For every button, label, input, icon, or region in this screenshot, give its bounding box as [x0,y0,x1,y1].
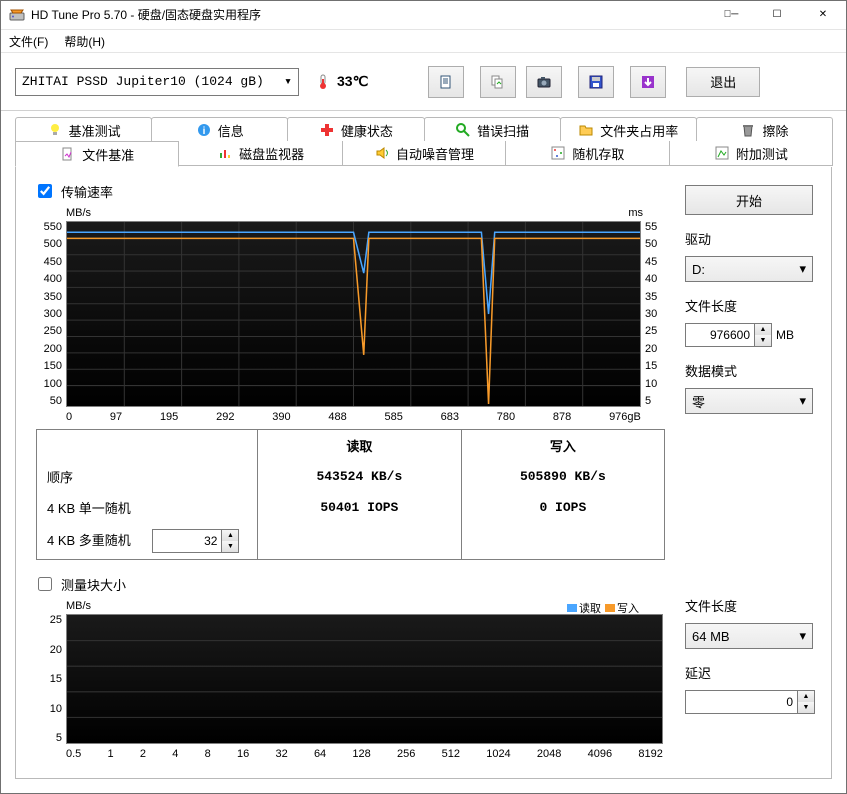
chart1-unit-left: MB/s [66,207,91,219]
tab-random[interactable]: 随机存取 [505,141,669,166]
label-delay: 延迟 [685,663,813,682]
tab-health[interactable]: 健康状态 [287,117,424,142]
speaker-icon [374,145,390,161]
spin-up-icon[interactable]: ▲ [222,530,238,541]
random-icon [550,145,566,161]
tab-content: 传输速率 MB/s ms 550500450400350300250200150… [15,167,832,779]
extratest-icon [714,145,730,161]
toolbar: ZHITAI PSSD Jupiter10 (1024 gB) ▾ 33℃ 退出 [1,53,846,111]
checkbox-blocksize[interactable]: 测量块大小 [34,574,667,594]
menu-file[interactable]: 文件(F) [9,33,48,50]
tab-filebenchmark[interactable]: 文件基准 [15,141,179,167]
download-icon [640,74,656,90]
floppy-icon [588,74,604,90]
close-button[interactable]: ✕ [800,1,846,29]
copy-chart-icon [490,74,506,90]
select-filelen2[interactable]: 64 MB▾ [685,623,813,649]
chevron-down-icon: ▾ [799,261,806,277]
chart2-plot [66,614,663,744]
chevron-down-icon: ▾ [799,393,806,409]
checkbox-transfer[interactable]: 传输速率 [34,181,667,201]
folder-icon [578,122,594,138]
titlebar: HD Tune Pro 5.70 - 硬盘/固态硬盘实用程序 ─ ☐ ✕ [1,1,846,30]
copy-text-icon [438,74,454,90]
chevron-down-icon: ▾ [284,74,292,89]
camera-icon [536,74,552,90]
maximize-button[interactable]: ☐ [754,1,800,29]
drive-select[interactable]: ZHITAI PSSD Jupiter10 (1024 gB) ▾ [15,68,299,96]
window-title: HD Tune Pro 5.70 - 硬盘/固态硬盘实用程序 [31,6,708,23]
minimize-button[interactable]: ─ [708,1,754,29]
table-row: 4 KB 多重随机 ▲▼ [37,523,664,559]
tab-erase[interactable]: 擦除 [696,117,833,142]
spin-up-icon[interactable]: ▲ [798,691,814,702]
filebench-icon [60,146,76,162]
filelen-spinner[interactable]: ▲▼ [685,323,772,347]
label-filelen: 文件长度 [685,296,813,315]
tab-benchmark[interactable]: 基准测试 [15,117,152,142]
tab-row-top: 基准测试 i信息 健康状态 错误扫描 文件夹占用率 擦除 [15,117,832,142]
exit-button[interactable]: 退出 [686,67,760,97]
menu-help[interactable]: 帮助(H) [64,33,105,50]
load-button[interactable] [630,66,666,98]
spin-down-icon[interactable]: ▼ [798,702,814,713]
chart1-unit-right: ms [628,207,643,219]
label-drive: 驱动 [685,229,813,248]
tab-errorscan[interactable]: 错误扫描 [424,117,561,142]
tab-diskmonitor[interactable]: 磁盘监视器 [178,141,342,166]
tab-info[interactable]: i信息 [151,117,288,142]
tab-aam[interactable]: 自动噪音管理 [342,141,506,166]
barchart-icon [217,145,233,161]
select-drive[interactable]: D:▾ [685,256,813,282]
tab-row-bottom: 文件基准 磁盘监视器 自动噪音管理 随机存取 附加测试 [15,141,832,167]
delay-spinner[interactable]: ▲▼ [685,690,815,714]
table-row: 4 KB 单一随机50401 IOPS0 IOPS [37,492,664,523]
trash-icon [740,122,756,138]
tab-extra[interactable]: 附加测试 [669,141,833,166]
menubar: 文件(F) 帮助(H) [1,30,846,53]
svg-text:i: i [202,126,205,137]
chart2-unit-left: MB/s [66,600,91,612]
chart-blocksize: MB/s 读取 写入 252015105 0.51248163264128256… [34,600,667,760]
drive-select-value: ZHITAI PSSD Jupiter10 (1024 gB) [22,74,264,89]
plus-icon [319,122,335,138]
chart-transfer: MB/s ms 55050045040035030025020015010050… [34,207,667,423]
copy-result-button[interactable] [480,66,516,98]
results-table: 读取写入 顺序543524 KB/s505890 KB/s 4 KB 单一随机5… [36,429,665,560]
save-button[interactable] [578,66,614,98]
label-filelen2: 文件长度 [685,596,813,615]
chevron-down-icon: ▾ [799,628,806,644]
label-datamode: 数据模式 [685,361,813,380]
magnifier-icon [455,122,471,138]
spin-up-icon[interactable]: ▲ [755,324,771,335]
spin-down-icon[interactable]: ▼ [222,541,238,552]
thread-spinner[interactable]: ▲▼ [152,529,239,553]
copy-info-button[interactable] [428,66,464,98]
temperature: 33℃ [315,73,368,90]
tab-folderusage[interactable]: 文件夹占用率 [560,117,697,142]
select-datamode[interactable]: 零▾ [685,388,813,414]
bulb-icon [47,122,63,138]
chart1-plot [66,221,641,407]
info-icon: i [196,122,212,138]
start-button[interactable]: 开始 [685,185,813,215]
thermometer-icon [315,74,331,90]
table-row: 顺序543524 KB/s505890 KB/s [37,461,664,492]
app-icon [9,7,25,23]
screenshot-button[interactable] [526,66,562,98]
spin-down-icon[interactable]: ▼ [755,335,771,346]
